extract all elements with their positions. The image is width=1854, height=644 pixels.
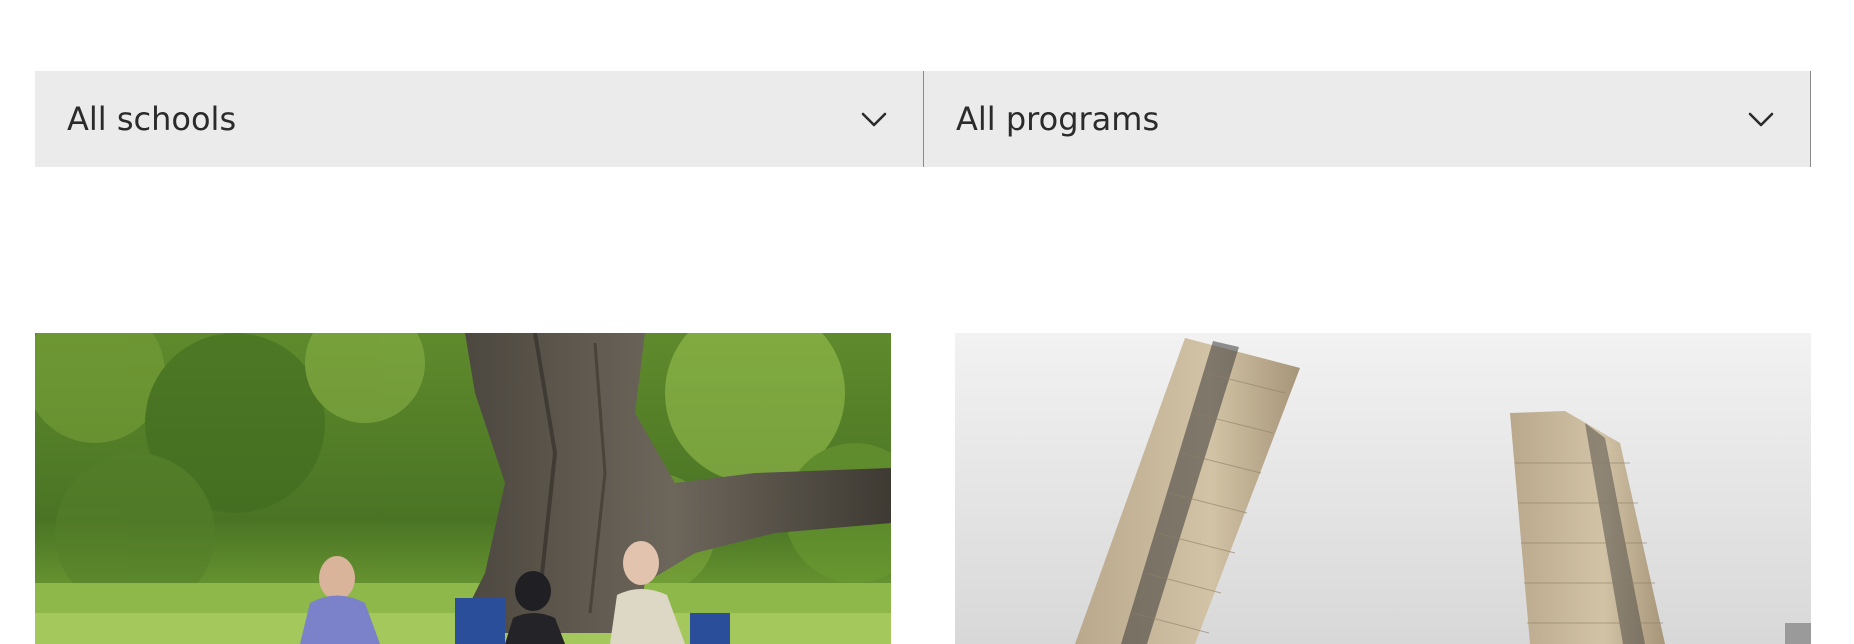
residential-towers-photo bbox=[955, 333, 1811, 644]
program-select[interactable]: All programs bbox=[923, 71, 1811, 167]
school-select-value: All schools bbox=[67, 100, 237, 138]
school-select[interactable]: All schools bbox=[35, 71, 923, 167]
card-image-towers[interactable] bbox=[955, 333, 1811, 644]
chevron-down-icon bbox=[1748, 112, 1774, 127]
people-under-tree-photo bbox=[35, 333, 891, 644]
chevron-down-icon bbox=[861, 112, 887, 127]
card-image-tree[interactable] bbox=[35, 333, 891, 644]
program-select-value: All programs bbox=[956, 100, 1160, 138]
filter-bar: All schools All programs bbox=[35, 71, 1811, 167]
